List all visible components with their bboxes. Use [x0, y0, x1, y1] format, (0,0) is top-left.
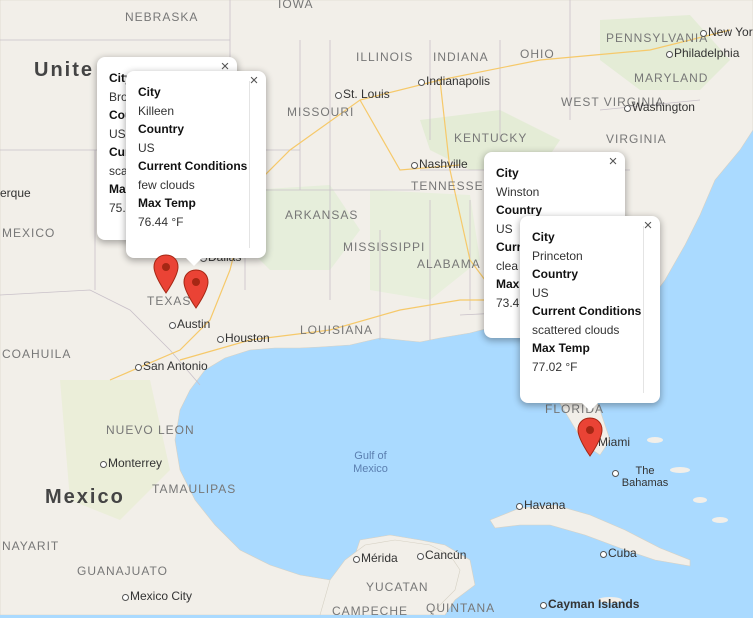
popup-key: City	[138, 85, 161, 99]
popup-value: Princeton	[532, 248, 583, 263]
popup-key: Country	[532, 267, 578, 281]
popup-value: 76.44 °F	[138, 214, 184, 229]
label-nebraska: NEBRASKA	[125, 10, 199, 24]
close-icon[interactable]: ×	[640, 218, 656, 234]
popup-key: City	[532, 230, 555, 244]
popup-key: Max Temp	[532, 341, 590, 355]
label-indiana: INDIANA	[433, 50, 489, 64]
popup-key: Current Conditions	[532, 304, 642, 318]
info-window-princeton[interactable]: City Princeton Country US Current Condit…	[520, 216, 660, 411]
label-new-york: New York	[700, 25, 753, 39]
label-mississippi: MISSISSIPPI	[343, 240, 426, 254]
label-illinois: ILLINOIS	[356, 50, 414, 64]
popup-key: Current Conditions	[138, 159, 248, 173]
label-washington: Washington	[624, 100, 695, 114]
label-coahuila: COAHUILA	[2, 347, 72, 361]
label-cayman: Cayman Islands	[539, 597, 640, 611]
close-icon[interactable]: ×	[246, 73, 262, 89]
label-cuba: Cuba	[600, 546, 637, 560]
label-merida: Mérida	[353, 551, 398, 565]
popup-value: Killeen	[138, 103, 175, 118]
popup-value: scattered clouds	[532, 322, 620, 337]
label-alabama: ALABAMA	[417, 257, 481, 271]
label-gulf-of-mexico: Gulf of Mexico	[353, 450, 388, 475]
label-yucatan: YUCATAN	[366, 580, 429, 594]
popup-tail	[186, 258, 202, 266]
label-iowa: IOWA	[278, 0, 314, 11]
popup-value: Winston	[496, 184, 540, 199]
label-campeche: CAMPECHE	[332, 604, 409, 618]
label-bahamas: The Bahamas	[612, 465, 669, 489]
label-nashville: Nashville	[411, 157, 468, 171]
label-mexico-city: Mexico City	[121, 589, 193, 603]
popup-key: Max Temp	[138, 196, 196, 210]
label-havana: Havana	[515, 498, 566, 512]
scrollbar[interactable]	[643, 226, 644, 393]
label-tamaulipas: TAMAULIPAS	[152, 482, 237, 496]
label-cancun: Cancún	[416, 548, 467, 562]
label-houston: Houston	[217, 331, 270, 345]
close-icon[interactable]: ×	[605, 154, 621, 170]
label-austin: Austin	[168, 317, 211, 331]
label-maryland: MARYLAND	[634, 71, 709, 85]
label-louisiana: LOUISIANA	[300, 323, 374, 337]
label-pennsylvania: PENNSYLVANIA	[606, 31, 709, 45]
scrollbar[interactable]	[249, 81, 250, 248]
label-indianapolis: Indianapolis	[417, 74, 491, 88]
label-st-louis: St. Louis	[335, 87, 390, 101]
label-kentucky: KENTUCKY	[454, 131, 528, 145]
label-ohio: OHIO	[520, 47, 555, 61]
map-marker-pin-icon[interactable]	[183, 269, 209, 309]
map-marker-pin-icon[interactable]	[153, 254, 179, 294]
popup-value: 77.02 °F	[532, 359, 578, 374]
label-virginia: VIRGINIA	[606, 132, 667, 146]
map-marker-pin-icon[interactable]	[577, 417, 603, 457]
label-nayarit: NAYARIT	[2, 539, 60, 553]
label-monterrey: Monterrey	[99, 456, 163, 470]
label-arkansas: ARKANSAS	[285, 208, 359, 222]
label-philadelphia: Philadelphia	[665, 46, 740, 60]
label-quintana: QUINTANA	[426, 601, 496, 615]
label-nuevo-leon: NUEVO LEON	[106, 423, 195, 437]
label-missouri: MISSOURI	[287, 105, 355, 119]
label-guanajuato: GUANAJUATO	[77, 564, 168, 578]
label-united-states: Unite	[34, 59, 94, 81]
popup-value: US	[138, 140, 155, 155]
label-tennessee: TENNESSEE	[411, 179, 493, 193]
info-window-killeen[interactable]: City Killeen Country US Current Conditio…	[126, 71, 266, 266]
popup-key: Country	[138, 122, 184, 136]
label-albuquerque: erque	[0, 186, 31, 200]
label-mexico: Mexico	[45, 486, 125, 508]
label-mexico-state: MEXICO	[2, 226, 56, 240]
popup-value: few clouds	[138, 177, 195, 192]
popup-tail	[582, 403, 598, 411]
popup-value: US	[532, 285, 549, 300]
label-san-antonio: San Antonio	[135, 359, 208, 373]
popup-key: City	[496, 166, 519, 180]
